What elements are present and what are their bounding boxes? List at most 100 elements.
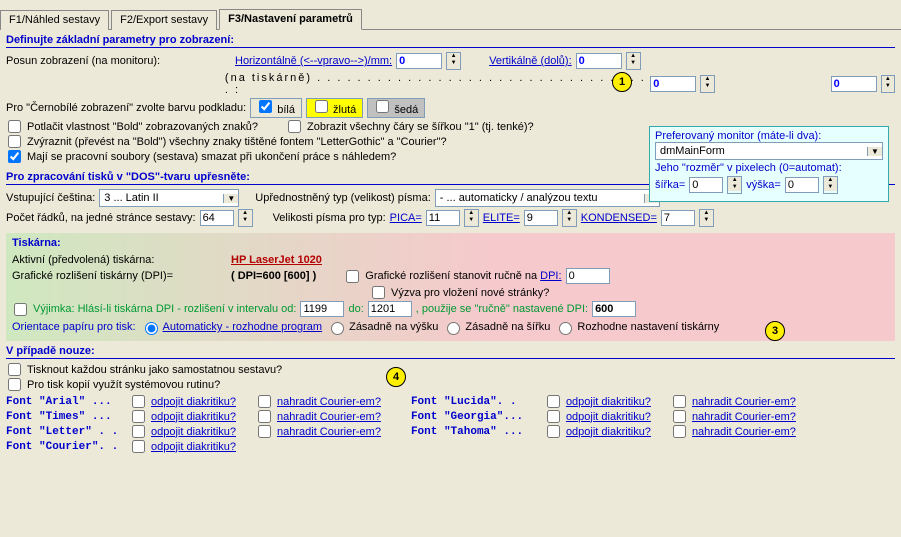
chk-tisknout[interactable]: [8, 363, 21, 376]
group-basic-title: Definujte základní parametry pro zobraze…: [6, 34, 895, 48]
chk-zvyraznit[interactable]: [8, 135, 21, 148]
chk-vyjimka[interactable]: [14, 303, 27, 316]
input-horiz-print[interactable]: [650, 76, 696, 92]
label-upred: Upřednostněný typ (velikost) písma:: [255, 192, 430, 204]
link-vert[interactable]: Vertikálně (dolů):: [489, 55, 572, 67]
label-velik: Velikosti písma pro typ:: [273, 212, 386, 224]
spin-pica[interactable]: ▲▼: [464, 209, 479, 227]
spin-pocet[interactable]: ▲▼: [238, 209, 253, 227]
chk-georgia-nahr[interactable]: [673, 410, 686, 423]
spin-v0[interactable]: ▲▼: [626, 52, 641, 70]
font-lucida: Font "Lucida". .: [411, 396, 541, 408]
label-natiskarne: (na tiskárně) . . . . . . . . . . . . . …: [225, 72, 646, 96]
marker-4: 4: [386, 367, 406, 387]
label-posun: Posun zobrazení (na monitoru):: [6, 55, 231, 67]
chk-times-nahr[interactable]: [258, 410, 271, 423]
radio-r4[interactable]: Rozhodne nastavení tiskárny: [554, 319, 719, 335]
input-od[interactable]: [300, 301, 344, 317]
radio-r2[interactable]: Zásadně na výšku: [326, 319, 438, 335]
label-potlacit: Potlačit vlastnost "Bold" zobrazovaných …: [27, 121, 258, 133]
font-letter: Font "Letter" . .: [6, 426, 126, 438]
chk-lucida-nahr[interactable]: [673, 395, 686, 408]
chk-letter-odp[interactable]: [132, 425, 145, 438]
pref-rozmer: Jeho "rozměr" v pixelech (0=automat):: [655, 162, 883, 174]
spin-v1[interactable]: ▲▼: [881, 75, 895, 93]
input-horiz-monitor[interactable]: [396, 53, 442, 69]
sel-upred[interactable]: - ... automaticky / analýzou textu▼: [435, 189, 660, 207]
chk-seda[interactable]: [376, 100, 389, 113]
chk-protisk[interactable]: [8, 378, 21, 391]
chk-lucida-odp[interactable]: [547, 395, 560, 408]
label-orient: Orientace papíru pro tisk:: [12, 321, 136, 333]
radio-r1[interactable]: Automaticky - rozhodne program: [140, 319, 323, 335]
input-pica[interactable]: [426, 210, 460, 226]
spin-kond[interactable]: ▲▼: [699, 209, 714, 227]
spin-h0[interactable]: ▲▼: [446, 52, 461, 70]
input-pocet[interactable]: [200, 210, 234, 226]
font-georgia: Font "Georgia"...: [411, 411, 541, 423]
chk-times-odp[interactable]: [132, 410, 145, 423]
chevron-down-icon[interactable]: ▼: [867, 147, 882, 156]
font-arial: Font "Arial" ...: [6, 396, 126, 408]
label-grafroz: Grafické rozlišení tiskárny (DPI)=: [12, 270, 227, 282]
input-do[interactable]: [368, 301, 412, 317]
input-vert-monitor[interactable]: [576, 53, 622, 69]
chk-bila[interactable]: [259, 100, 272, 113]
chk-letter-nahr[interactable]: [258, 425, 271, 438]
radio-r3[interactable]: Zásadně na šířku: [442, 319, 550, 335]
chk-courier-odp[interactable]: [132, 440, 145, 453]
chk-smazat[interactable]: [8, 150, 21, 163]
input-vert-print[interactable]: [831, 76, 877, 92]
chk-grafman[interactable]: [346, 270, 359, 283]
spin-vyska[interactable]: ▲▼: [823, 176, 838, 194]
label-zvyraznit: Zvýraznit (převést na "Bold") všechny zn…: [27, 136, 447, 148]
opt-seda[interactable]: šedá: [367, 98, 425, 118]
group-nouze-title: V případě nouze:: [6, 345, 895, 359]
chk-zluta[interactable]: [315, 100, 328, 113]
input-ruc[interactable]: [592, 301, 636, 317]
label-zobrazitcary: Zobrazit všechny čáry se šířkou "1" (tj.…: [307, 121, 534, 133]
label-smazat: Mají se pracovní soubory (sestava) smaza…: [27, 151, 396, 163]
label-vstup: Vstupující čeština:: [6, 192, 95, 204]
input-kond[interactable]: [661, 210, 695, 226]
chevron-down-icon[interactable]: ▼: [223, 194, 238, 203]
printer-name[interactable]: HP LaserJet 1020: [231, 254, 322, 266]
opt-bila[interactable]: bílá: [250, 98, 302, 118]
chk-georgia-odp[interactable]: [547, 410, 560, 423]
chk-tahoma-nahr[interactable]: [673, 425, 686, 438]
font-courier: Font "Courier". .: [6, 441, 126, 453]
input-grafman[interactable]: [566, 268, 610, 284]
pref-sirka[interactable]: [689, 177, 723, 193]
label-aktivni: Aktivní (předvolená) tiskárna:: [12, 254, 227, 266]
chk-potlacit[interactable]: [8, 120, 21, 133]
label-vyzva: Výzva pro vložení nové stránky?: [391, 287, 549, 299]
link-pica[interactable]: PICA=: [390, 212, 422, 224]
tab-row: F1/Náhled sestavy F2/Export sestavy F3/N…: [0, 0, 901, 30]
label-grafman: Grafické rozlišení stanovit ručně na DPI…: [365, 270, 561, 282]
chk-tahoma-odp[interactable]: [547, 425, 560, 438]
tab-f1[interactable]: F1/Náhled sestavy: [0, 10, 109, 30]
link-horiz[interactable]: Horizontálně (<--vpravo-->)/mm:: [235, 55, 392, 67]
pref-title: Preferovaný monitor (máte-li dva):: [655, 130, 883, 142]
spin-sirka[interactable]: ▲▼: [727, 176, 742, 194]
link-elite[interactable]: ELITE=: [483, 212, 520, 224]
pref-select[interactable]: dmMainForm▼: [655, 142, 883, 160]
chk-arial-odp[interactable]: [132, 395, 145, 408]
label-pocet: Počet řádků, na jedné stránce sestavy:: [6, 212, 196, 224]
marker-3: 3: [765, 321, 785, 341]
chk-arial-nahr[interactable]: [258, 395, 271, 408]
chk-zobrazitcary[interactable]: [288, 120, 301, 133]
font-times: Font "Times" ...: [6, 411, 126, 423]
chk-vyzva[interactable]: [372, 286, 385, 299]
tab-f2[interactable]: F2/Export sestavy: [111, 10, 217, 30]
pref-monitor-box: Preferovaný monitor (máte-li dva): dmMai…: [649, 126, 889, 202]
pref-vyska[interactable]: [785, 177, 819, 193]
input-elite[interactable]: [524, 210, 558, 226]
tab-f3[interactable]: F3/Nastavení parametrů: [219, 9, 362, 30]
spin-elite[interactable]: ▲▼: [562, 209, 577, 227]
sel-cestina[interactable]: 3 ... Latin II▼: [99, 189, 239, 207]
opt-zluta[interactable]: žlutá: [306, 98, 363, 118]
dpi-value: ( DPI=600 [600] ): [231, 270, 316, 282]
spin-h1[interactable]: ▲▼: [700, 75, 714, 93]
link-kond[interactable]: KONDENSED=: [581, 212, 657, 224]
